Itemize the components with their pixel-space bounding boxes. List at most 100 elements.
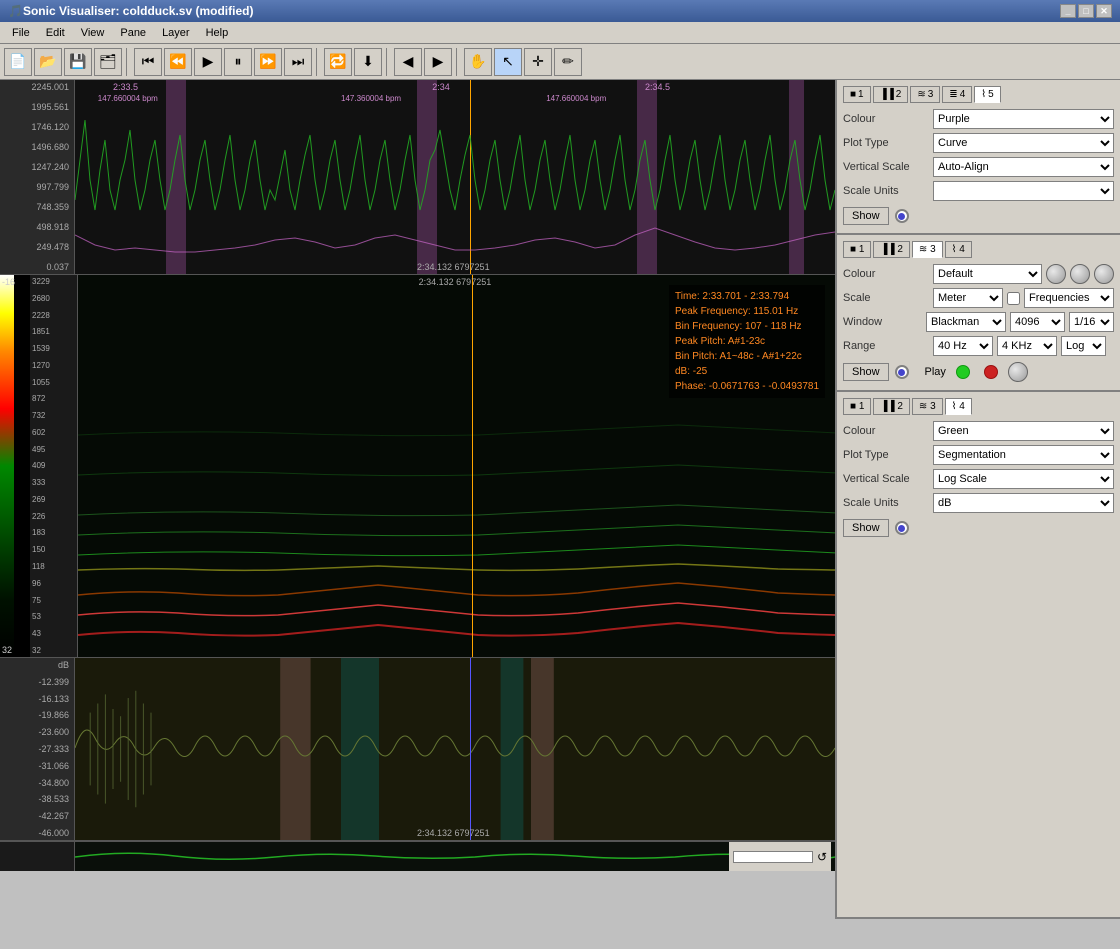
section3-plottype-select[interactable]: Segmentation xyxy=(933,445,1114,465)
section1-vscale-select[interactable]: Auto-Align xyxy=(933,157,1114,177)
section2-range-to-select[interactable]: 4 KHz xyxy=(997,336,1057,356)
section1-plottype-select[interactable]: Curve xyxy=(933,133,1114,153)
section1-tab-3[interactable]: ≋ 3 xyxy=(910,86,940,103)
pan-tool-button[interactable]: ✋ xyxy=(464,48,492,76)
right-sidebar: ■ 1 ▐▐ 2 ≋ 3 ≣ 4 ⌇ 5 xyxy=(835,80,1120,919)
top-waveform-svg xyxy=(75,80,835,274)
section2-show-radio[interactable] xyxy=(895,365,909,379)
prev-button[interactable]: ⏪ xyxy=(164,48,192,76)
section3-tab-1[interactable]: ■ 1 xyxy=(843,398,871,415)
menu-layer[interactable]: Layer xyxy=(154,25,198,41)
move-tool-button[interactable]: ✛ xyxy=(524,48,552,76)
section2-knob-1[interactable] xyxy=(1046,264,1066,284)
pause-button[interactable]: ⏸ xyxy=(224,48,252,76)
menu-help[interactable]: Help xyxy=(198,25,237,41)
section2-range-scale-select[interactable]: Log xyxy=(1061,336,1106,356)
section2-freq-select[interactable]: Frequencies xyxy=(1024,288,1114,308)
menu-file[interactable]: File xyxy=(4,25,38,41)
section2-level-knob[interactable] xyxy=(1008,362,1028,382)
section2-scale-select[interactable]: Meter xyxy=(933,288,1003,308)
new-button[interactable]: 📄 xyxy=(4,48,32,76)
section3-tab-3[interactable]: ≋ 3 xyxy=(912,398,943,415)
freq-18: 96 xyxy=(32,579,75,588)
section1-colour-label: Colour xyxy=(843,113,933,125)
open-button[interactable]: 📂 xyxy=(34,48,62,76)
menu-view[interactable]: View xyxy=(73,25,113,41)
section2-tab-1[interactable]: ■ 1 xyxy=(843,241,871,258)
bot-cursor-time: 2:34.132 6797251 xyxy=(417,828,490,838)
section2-scale-check[interactable] xyxy=(1007,292,1020,305)
freq-labels: 3229 2680 2228 1851 1539 1270 1055 872 7… xyxy=(30,275,78,657)
section2-show-button[interactable]: Show xyxy=(843,363,889,381)
timeline-scrollbar[interactable] xyxy=(733,851,813,863)
arrow-left-button[interactable]: ◀ xyxy=(394,48,422,76)
section1-colour-control: Purple xyxy=(933,109,1114,129)
bot-waveform-svg xyxy=(75,658,835,840)
arrow-right-button[interactable]: ▶ xyxy=(424,48,452,76)
section1-show-button[interactable]: Show xyxy=(843,207,889,225)
section3-colour-select[interactable]: Green xyxy=(933,421,1114,441)
end-button[interactable]: ⏭ xyxy=(284,48,312,76)
section1-show-radio[interactable] xyxy=(895,209,909,223)
play-button[interactable]: ▶ xyxy=(194,48,222,76)
save-button[interactable]: 💾 xyxy=(64,48,92,76)
section3-tab-4[interactable]: ⌇ 4 xyxy=(945,398,972,415)
section1-tab4-icon: ≣ xyxy=(949,89,957,100)
loop-button[interactable]: 🔁 xyxy=(324,48,352,76)
sidebar-section-2: ■ 1 ▐▐ 2 ≋ 3 ⌇ 4 Colour Default xyxy=(837,235,1120,392)
section2-window-hop-select[interactable]: 1/16 xyxy=(1069,312,1114,332)
section3-vscale-select[interactable]: Log Scale xyxy=(933,469,1114,489)
section1-scaleunits-select[interactable] xyxy=(933,181,1114,201)
y-label-0: 2245.001 xyxy=(2,82,72,92)
section2-knob-2[interactable] xyxy=(1070,264,1090,284)
bot-y-10: -46.000 xyxy=(2,828,72,838)
section2-tab-3[interactable]: ≋ 3 xyxy=(912,241,943,258)
section2-knob-3[interactable] xyxy=(1094,264,1114,284)
section2-tab-2[interactable]: ▐▐ 2 xyxy=(873,241,910,258)
section3-tab-2[interactable]: ▐▐ 2 xyxy=(873,398,910,415)
top-waveform-panel[interactable]: 2245.001 1995.561 1746.120 1496.680 1247… xyxy=(0,80,835,275)
minimize-button[interactable]: _ xyxy=(1060,4,1076,18)
freq-5: 1270 xyxy=(32,361,75,370)
freq-16: 150 xyxy=(32,545,75,554)
bottom-rms-panel[interactable]: dB -12.399 -16.133 -19.866 -23.600 -27.3… xyxy=(0,658,835,841)
maximize-button[interactable]: □ xyxy=(1078,4,1094,18)
spectrogram-panel[interactable]: -16 32 3229 2680 2228 1851 1539 1270 105… xyxy=(0,275,835,658)
menu-edit[interactable]: Edit xyxy=(38,25,73,41)
main-layout: 2245.001 1995.561 1746.120 1496.680 1247… xyxy=(0,80,1120,919)
draw-tool-button[interactable]: ✏ xyxy=(554,48,582,76)
section2-tab-4[interactable]: ⌇ 4 xyxy=(945,241,972,258)
save-as-button[interactable]: 🗂 xyxy=(94,48,122,76)
bot-y-8: -38.533 xyxy=(2,794,72,804)
section2-window-size-select[interactable]: 4096 xyxy=(1010,312,1065,332)
section3-plottype-row: Plot Type Segmentation xyxy=(843,445,1114,465)
section3-show-button[interactable]: Show xyxy=(843,519,889,537)
section2-range-from-select[interactable]: 40 Hz xyxy=(933,336,993,356)
section2-window-select[interactable]: Blackman xyxy=(926,312,1006,332)
select-tool-button[interactable]: ↖ xyxy=(494,48,522,76)
section1-scaleunits-label: Scale Units xyxy=(843,185,933,197)
section3-scaleunits-control: dB xyxy=(933,493,1114,513)
section2-scale-label: Scale xyxy=(843,292,933,304)
section3-show-radio[interactable] xyxy=(895,521,909,535)
section1-tab-4[interactable]: ≣ 4 xyxy=(942,86,972,103)
timeline-refresh-button[interactable]: ↺ xyxy=(817,850,827,864)
freq-6: 1055 xyxy=(32,378,75,387)
bot-y-9: -42.267 xyxy=(2,811,72,821)
section3-scaleunits-select[interactable]: dB xyxy=(933,493,1114,513)
section1-colour-select[interactable]: Purple xyxy=(933,109,1114,129)
section1-tab5-label: 5 xyxy=(988,89,994,100)
timeline[interactable]: ↺ xyxy=(0,841,835,871)
next-button[interactable]: ⏩ xyxy=(254,48,282,76)
sep3 xyxy=(386,48,390,76)
load-button[interactable]: ⬇ xyxy=(354,48,382,76)
section2-colour-select[interactable]: Default xyxy=(933,264,1042,284)
top-wave-content: 2:33.5 2:34 2:34.5 147.660004 bpm 147.36… xyxy=(75,80,835,274)
close-button[interactable]: ✕ xyxy=(1096,4,1112,18)
section1-tab-5[interactable]: ⌇ 5 xyxy=(974,86,1000,103)
rewind-button[interactable]: ⏮ xyxy=(134,48,162,76)
menu-pane[interactable]: Pane xyxy=(112,25,154,41)
section1-tab-1[interactable]: ■ 1 xyxy=(843,86,871,103)
section1-tab-2[interactable]: ▐▐ 2 xyxy=(873,86,909,103)
freq-19: 75 xyxy=(32,596,75,605)
